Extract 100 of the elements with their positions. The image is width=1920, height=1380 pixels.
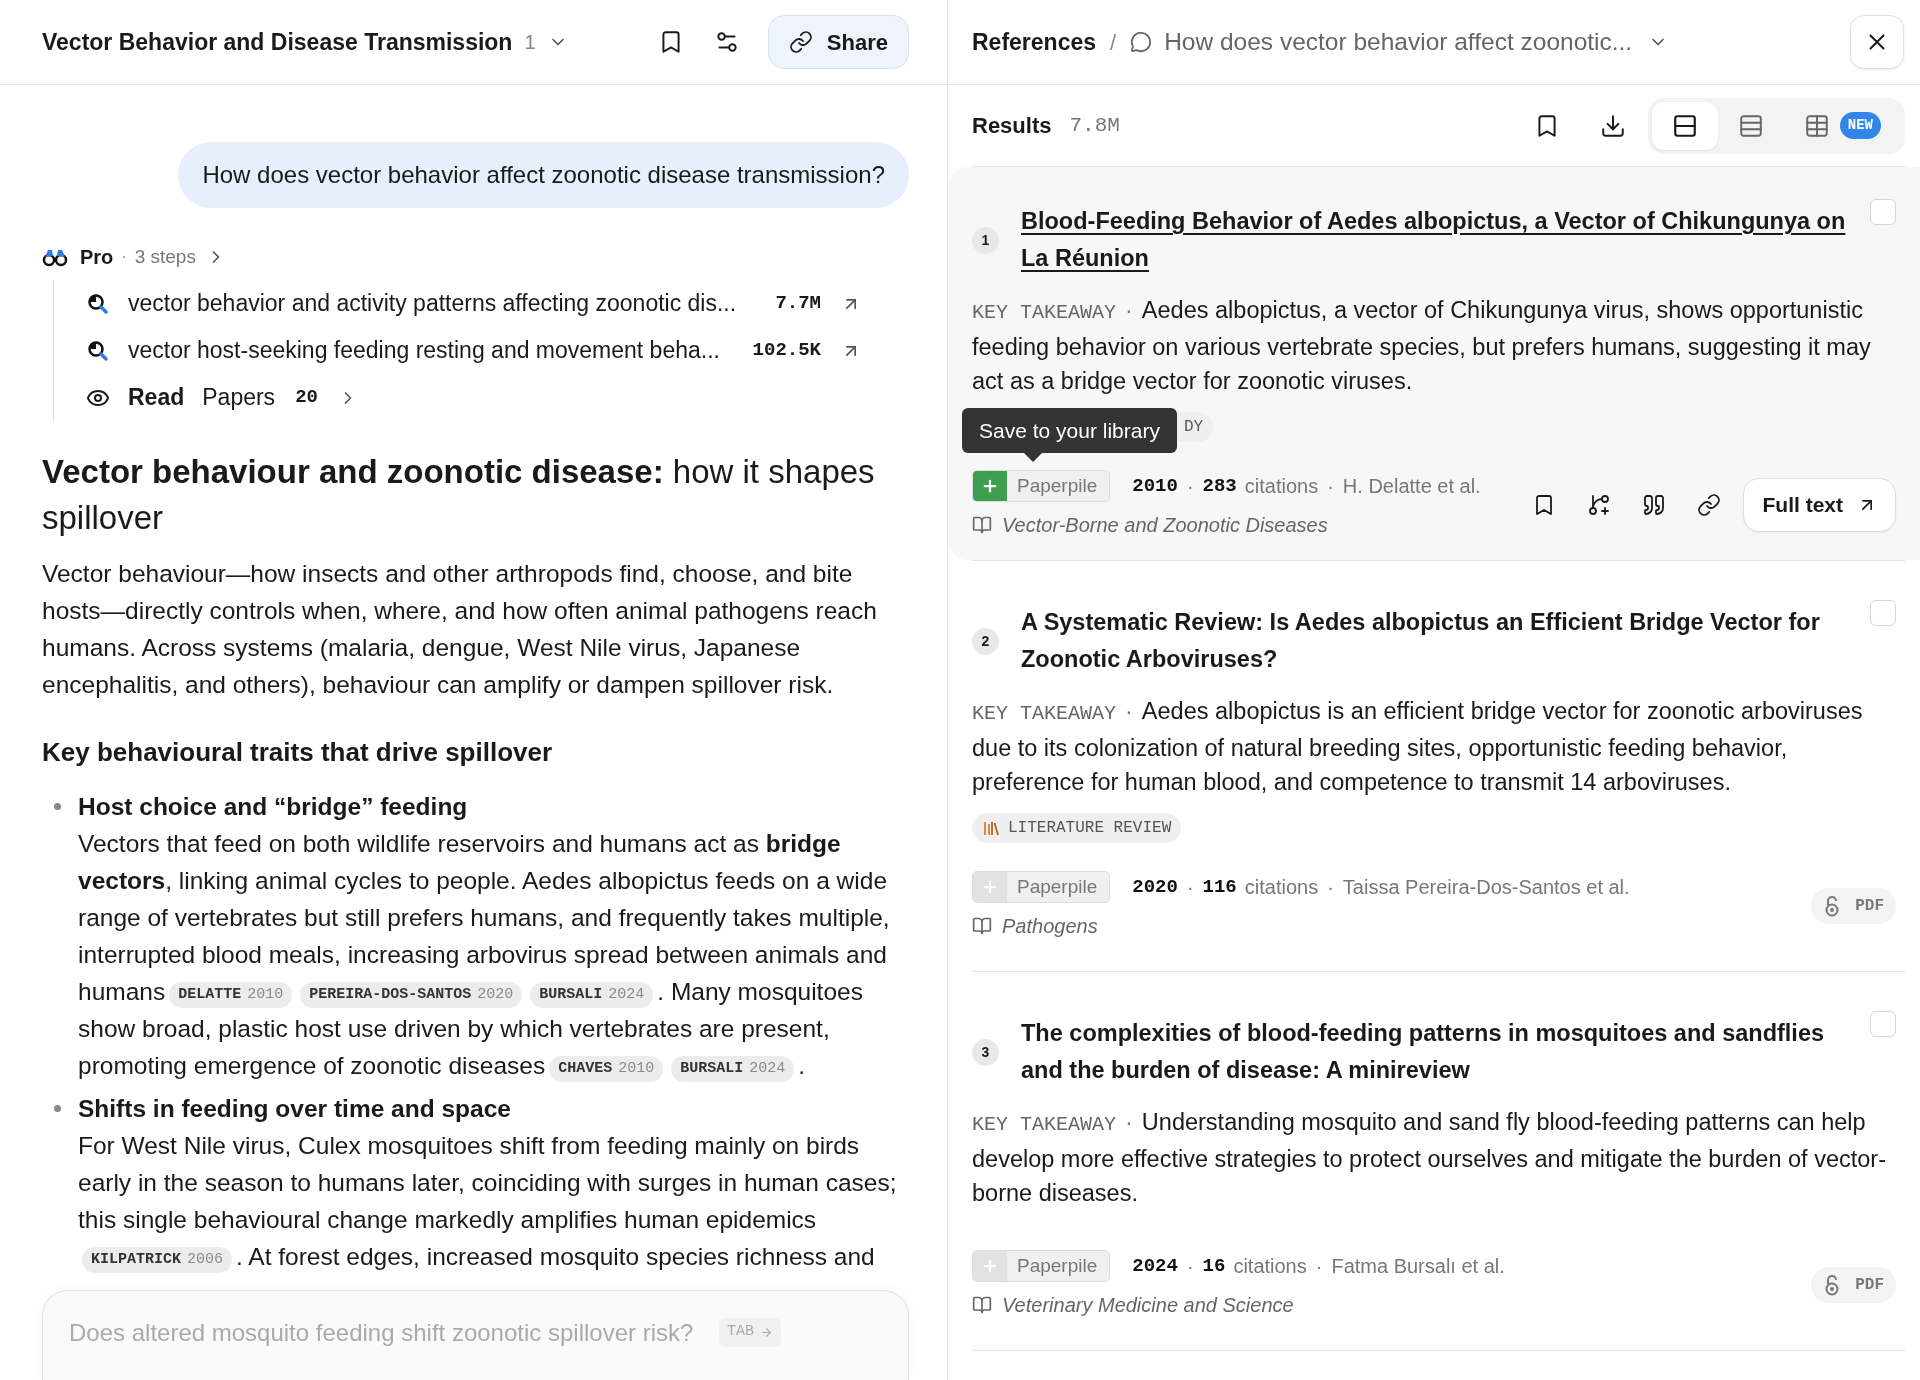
bullet-icon [54, 803, 61, 810]
link-icon[interactable] [1697, 493, 1722, 517]
table-view-icon [1803, 112, 1830, 139]
separator-dot: · [1186, 1254, 1194, 1279]
quote-icon[interactable] [1642, 493, 1667, 517]
branch-plus-icon[interactable] [1587, 493, 1612, 517]
papers-label: Papers [202, 383, 276, 413]
share-button[interactable]: Share [767, 15, 909, 69]
close-button[interactable] [1850, 15, 1904, 69]
chat-bubble-icon [1130, 31, 1153, 53]
publication-year: 2020 [1132, 874, 1178, 900]
journal-icon [972, 1295, 992, 1315]
paperpile-button[interactable]: Paperpile [972, 871, 1111, 903]
citations-label: citations [1244, 875, 1319, 900]
pro-label: Pro [80, 245, 114, 270]
plus-icon [981, 1257, 999, 1275]
separator-dot: · [1327, 474, 1334, 499]
journal-name: Pathogens [1002, 914, 1098, 939]
result-count: 102.5K [752, 338, 821, 364]
select-checkbox[interactable] [1870, 199, 1896, 225]
separator-dot: · [1315, 1254, 1323, 1279]
search-query: vector host-seeking feeding resting and movement beha... [128, 336, 720, 366]
steps-count[interactable]: 3 steps [134, 242, 196, 272]
publication-year: 2010 [1132, 473, 1178, 499]
key-takeaway: KEY TAKEAWAY · Aedes albopictus is an efficient bridge vector for zoonotic arboviruses due to its colonization of natural breeding sites, opportunistic feeding behavior, preference for human blood, and competence to transmit 14 arboviruses. [972, 697, 1864, 797]
plus-icon [981, 878, 999, 896]
binoculars-icon [42, 247, 68, 267]
separator-dot: · [121, 247, 127, 267]
tab-key-label: TAB [727, 1322, 754, 1342]
citation-count: 16 [1202, 1253, 1226, 1279]
new-badge: NEW [1839, 112, 1881, 139]
journal-name: Veterinary Medicine and Science [1002, 1293, 1294, 1318]
select-checkbox[interactable] [1870, 1011, 1896, 1037]
separator-dot: · [1186, 875, 1194, 900]
list-view-icon [1737, 112, 1764, 139]
bullet-text: For West Nile virus, Culex mosquitoes shift from feeding mainly on birds early in the season to humans later, coinciding with surges in human cases; this single behavioural change markedly amplifies human epidemics KILPATRICK 2006 . At forest edges, increased mosquito species richness and [78, 1127, 909, 1275]
pdf-badge[interactable]: PDF [1811, 1267, 1896, 1303]
paper-title[interactable]: Blood-Feeding Behavior of Aedes albopictus, a Vector of Chikungunya on La Réunion [1021, 203, 1870, 277]
key-takeaway: KEY TAKEAWAY · Aedes albopictus, a vector of Chikungunya virus, shows opportunistic feeding behavior on various vertebrate species, but prefers humans, suggesting it may act as a bridge vector for zoonotic viruses. [972, 296, 1872, 396]
papers-count: 20 [295, 385, 318, 411]
citation-count: 116 [1202, 874, 1237, 900]
bullet-icon [54, 1105, 61, 1112]
search-query: vector behavior and activity patterns affecting zoonotic dis... [128, 289, 737, 319]
query-breadcrumb[interactable]: How does vector behavior affect zoonotic... [1164, 23, 1633, 61]
books-icon [982, 819, 1000, 837]
authors: Taissa Pereira-Dos-Santos et al. [1342, 875, 1630, 900]
pdf-badge[interactable]: PDF [1811, 888, 1896, 924]
result-number: 2 [972, 627, 999, 655]
bullet-text: Vectors that feed on both wildlife reservoirs and humans act as bridge vectors, linking animal cycles to people. Aedes albopictus feeds on a wide range of vertebrates but still prefers humans, and frequently takes multiple, interrupted blood meals, increasing arbovirus spread between animals and humans DELATTE 2010 PEREIRA-DOS-SANTOS 2020 BURSALI 2024 . Many mosquitoes show broad, plastic host use driven by which vertebrates are present, promoting emergence of zoonotic diseases CHAVES 2010 BURSALI 2024 . [78, 825, 909, 1084]
key-takeaway: KEY TAKEAWAY · Understanding mosquito and sand fly blood-feeding patterns can help develop more effective strategies to protect ourselves and mitigate the burden of vector-borne diseases. [972, 1108, 1887, 1208]
citations-label: citations [1244, 474, 1319, 499]
paper-type-tag: LITERATURE REVIEW [972, 813, 1182, 843]
arrow-right-icon [760, 1325, 773, 1339]
journal-icon [972, 916, 992, 936]
download-icon[interactable] [1599, 112, 1626, 139]
search-icon [86, 291, 110, 316]
result-count: 7.7M [775, 291, 821, 317]
authors: H. Delatte et al. [1342, 474, 1481, 499]
citation-chip[interactable]: BURSALI 2024 [530, 982, 654, 1008]
result-number: 1 [972, 226, 999, 254]
results-label: Results [972, 112, 1052, 140]
search-icon [86, 338, 110, 363]
result-number: 3 [972, 1038, 999, 1066]
bullet-title: Shifts in feeding over time and space [78, 1094, 512, 1124]
publication-year: 2024 [1132, 1253, 1178, 1279]
paper-title[interactable]: A Systematic Review: Is Aedes albopictus an Efficient Bridge Vector for Zoonotic Arboviruses? [1021, 604, 1870, 678]
bullet-title: Host choice and “bridge” feeding [78, 792, 469, 822]
breadcrumb-separator: / [1110, 28, 1117, 57]
separator-dot: · [1186, 474, 1194, 499]
citation-chip[interactable]: PEREIRA-DOS-SANTOS 2020 [300, 982, 523, 1008]
authors: Fatma Bursalı et al. [1331, 1254, 1505, 1279]
paperpile-button[interactable]: Paperpile [972, 470, 1111, 502]
citation-count: 283 [1202, 473, 1237, 499]
citation-chip[interactable]: CHAVES 2010 [549, 1056, 664, 1082]
paper-title[interactable]: The complexities of blood-feeding patterns in mosquitoes and sandflies and the burden of disease: A minireview [1021, 1015, 1870, 1089]
section-heading: Key behavioural traits that drive spillover [42, 736, 554, 769]
follow-up-field[interactable]: Does altered mosquito feeding shift zoonotic spillover risk? [69, 1315, 709, 1351]
citation-chip[interactable]: BURSALI 2024 [671, 1056, 795, 1082]
journal-name: Vector-Borne and Zoonotic Diseases [1002, 513, 1328, 538]
chat-title: Vector Behavior and Disease Transmission [42, 27, 513, 57]
card-view-icon [1671, 112, 1698, 139]
separator-dot: · [1327, 875, 1334, 900]
paperpile-button[interactable]: Paperpile [972, 1250, 1111, 1282]
plus-icon [981, 477, 999, 495]
read-label: Read [128, 383, 185, 413]
full-text-button[interactable]: Full text [1743, 478, 1896, 532]
citation-chip[interactable]: KILPATRICK 2006 [82, 1247, 233, 1273]
intro-paragraph: Vector behaviour—how insects and other arthropods find, choose, and bite hosts—directly controls when, where, and how often animal pathogens reach humans. Across systems (malaria, dengue, West Nile virus, Japanese encephalitis, and others), behaviour can amplify or dampen spillover risk. [42, 559, 878, 700]
link-icon [788, 30, 813, 54]
user-question: How does vector behavior affect zoonotic disease transmission? [178, 142, 909, 208]
select-checkbox[interactable] [1870, 600, 1896, 626]
view-toggle[interactable]: NEW [1783, 101, 1901, 150]
view-toggle[interactable] [1651, 101, 1718, 150]
journal-icon [972, 515, 992, 535]
answer-heading: Vector behaviour and zoonotic disease: how it shapes spillover [42, 452, 876, 538]
citation-chip[interactable]: DELATTE 2010 [169, 982, 293, 1008]
citations-label: citations [1233, 1254, 1307, 1279]
tooltip: Save to your library [962, 408, 1177, 462]
paper-card[interactable] [948, 167, 1920, 560]
version-count: 1 [524, 30, 536, 55]
